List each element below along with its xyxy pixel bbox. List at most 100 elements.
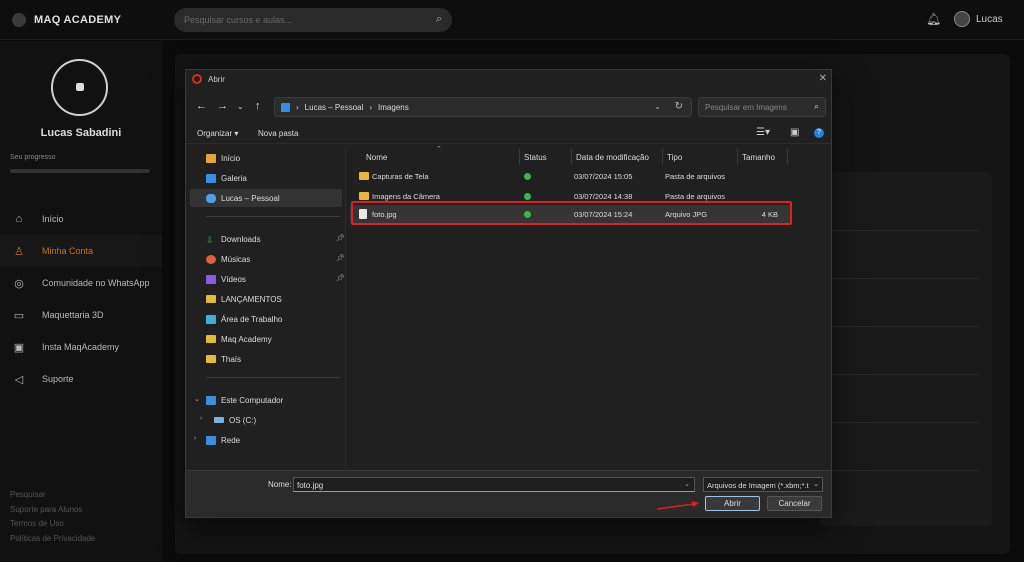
nav-pane-musicas[interactable]: Músicas bbox=[206, 250, 250, 268]
filetype-select[interactable]: Arquivos de Imagem (*.xbm;*.t ⌄ bbox=[703, 477, 823, 492]
nav-pane-downloads[interactable]: ⇩ Downloads bbox=[206, 230, 261, 248]
chevron-down-icon[interactable]: ⌄ bbox=[654, 102, 661, 111]
whatsapp-icon: ◎ bbox=[14, 277, 24, 290]
divider bbox=[820, 230, 980, 231]
nav-label: Downloads bbox=[221, 234, 261, 244]
search-input[interactable]: Pesquisar cursos e aulas... ⌕ bbox=[174, 8, 452, 32]
search-icon[interactable]: ⌕ bbox=[436, 13, 442, 26]
nav-pane-maq-academy[interactable]: Maq Academy bbox=[206, 330, 272, 348]
logo[interactable]: MAQ ACADEMY bbox=[12, 13, 121, 27]
footer-link[interactable]: Políticas de Privacidade bbox=[10, 532, 95, 547]
nav-pane-videos[interactable]: Vídeos bbox=[206, 270, 246, 288]
chevron-right-icon[interactable]: › bbox=[200, 415, 202, 422]
pictures-icon bbox=[281, 102, 290, 112]
chevron-down-icon[interactable]: ⌄ bbox=[194, 395, 200, 403]
progress-bar bbox=[10, 169, 150, 173]
nav-label: Comunidade no WhatsApp bbox=[42, 278, 150, 288]
new-folder-button[interactable]: Nova pasta bbox=[258, 129, 298, 138]
search-placeholder: Pesquisar cursos e aulas... bbox=[184, 15, 293, 25]
search-icon: ⌕ bbox=[813, 101, 819, 111]
nav-label: Músicas bbox=[221, 254, 251, 264]
logo-text: MAQ ACADEMY bbox=[34, 14, 122, 26]
music-icon bbox=[206, 254, 216, 264]
open-file-dialog: Abrir ✕ ← → ⌄ ↑ › Lucas – Pessoal › Imag… bbox=[185, 69, 832, 518]
column-header-tipo[interactable]: Tipo bbox=[663, 149, 738, 165]
preview-pane-icon[interactable]: ▣ bbox=[790, 127, 799, 138]
divider bbox=[820, 278, 980, 279]
download-icon: ⇩ bbox=[206, 234, 214, 245]
dialog-search-input[interactable]: Pesquisar em Imagens ⌕ bbox=[698, 97, 826, 117]
nav-label: Área de Trabalho bbox=[221, 314, 283, 324]
footer-link[interactable]: Suporte para Alunos bbox=[10, 503, 95, 518]
pin-icon[interactable]: 📌︎ bbox=[336, 254, 345, 262]
nav-pane-rede[interactable]: Rede bbox=[206, 431, 240, 449]
search-placeholder: Pesquisar em Imagens bbox=[705, 103, 787, 112]
nav-pane-onedrive[interactable]: Lucas – Pessoal bbox=[190, 189, 342, 207]
bell-icon[interactable]: 🔔︎ bbox=[926, 12, 941, 26]
refresh-icon[interactable]: ↻ bbox=[675, 101, 683, 112]
nav-pane-area-de-trabalho[interactable]: Área de Trabalho bbox=[206, 310, 282, 328]
organize-button[interactable]: Organizar ▾ bbox=[197, 129, 238, 138]
nav-pane-este-computador[interactable]: Este Computador bbox=[206, 391, 283, 409]
footer-link[interactable]: Termos de Uso bbox=[10, 517, 95, 532]
up-arrow-icon[interactable]: ↑ bbox=[255, 100, 261, 112]
pin-icon[interactable]: 📌︎ bbox=[336, 234, 345, 242]
folder-icon bbox=[206, 295, 216, 303]
footer-link[interactable]: Pesquisar bbox=[10, 488, 95, 503]
nav-item-minha-conta[interactable]: ♙ Minha Conta bbox=[0, 235, 162, 267]
nav-item-whatsapp[interactable]: ◎ Comunidade no WhatsApp bbox=[0, 267, 162, 299]
nav-pane-galeria[interactable]: Galeria bbox=[206, 169, 247, 187]
pin-icon[interactable]: 📌︎ bbox=[336, 274, 345, 282]
nav-pane-lancamentos[interactable]: LANÇAMENTOS bbox=[206, 290, 282, 308]
megaphone-icon: ◁ bbox=[14, 373, 24, 386]
divider bbox=[820, 326, 980, 327]
nav-pane-inicio[interactable]: Início bbox=[206, 149, 240, 167]
view-options-icon[interactable]: ☰▾ bbox=[756, 127, 770, 138]
breadcrumb-item[interactable]: Imagens bbox=[378, 103, 409, 112]
nav-label: Lucas – Pessoal bbox=[221, 193, 280, 203]
divider bbox=[206, 216, 341, 217]
drive-icon bbox=[214, 417, 224, 423]
back-arrow-icon[interactable]: ← bbox=[196, 100, 207, 112]
folder-icon bbox=[206, 335, 216, 343]
filename-input[interactable]: foto.jpg ⌄ bbox=[293, 477, 695, 492]
onedrive-icon bbox=[206, 193, 216, 203]
chevron-down-icon: ⌄ bbox=[813, 480, 819, 488]
nav-pane-drive-c[interactable]: OS (C:) bbox=[214, 411, 256, 429]
help-icon[interactable]: ? bbox=[814, 128, 824, 138]
breadcrumb-sep: › bbox=[296, 102, 299, 112]
column-header-status[interactable]: Status bbox=[520, 149, 572, 165]
chevron-down-icon[interactable]: ⌄ bbox=[237, 102, 244, 111]
nav-item-suporte[interactable]: ◁ Suporte bbox=[0, 363, 162, 395]
dialog-toolbar: Organizar ▾ Nova pasta ☰▾ ▣ bbox=[186, 124, 831, 144]
nav-pane-thais[interactable]: Thaís bbox=[206, 350, 241, 368]
divider bbox=[820, 470, 980, 471]
printer-icon: ▭ bbox=[13, 309, 25, 322]
column-header-data[interactable]: Data de modificação bbox=[572, 149, 663, 165]
file-date: 03/07/2024 14:38 bbox=[574, 192, 633, 201]
folder-icon bbox=[206, 355, 216, 363]
chevron-right-icon[interactable]: › bbox=[194, 435, 196, 442]
profile-avatar[interactable] bbox=[51, 59, 108, 116]
folder-icon bbox=[359, 172, 369, 182]
chevron-down-icon[interactable]: ⌄ bbox=[684, 480, 690, 488]
open-button[interactable]: Abrir bbox=[705, 496, 760, 511]
user-menu[interactable]: Lucas bbox=[954, 11, 1003, 27]
file-row[interactable]: Capturas de Tela 03/07/2024 15:05 Pasta … bbox=[350, 167, 790, 185]
nav-item-inicio[interactable]: ⌂ Início bbox=[0, 203, 162, 235]
navigation-pane: Início Galeria › Lucas – Pessoal ⇩ Downlo… bbox=[186, 147, 346, 469]
cancel-button[interactable]: Cancelar bbox=[767, 496, 822, 511]
breadcrumb-item[interactable]: Lucas – Pessoal bbox=[305, 103, 364, 112]
home-icon: ⌂ bbox=[15, 213, 23, 225]
avatar bbox=[954, 11, 970, 27]
nav-item-insta[interactable]: ▣ Insta MaqAcademy bbox=[0, 331, 162, 363]
video-icon bbox=[206, 274, 216, 284]
nav-item-maquettaria[interactable]: ▭ Maquettaria 3D bbox=[0, 299, 162, 331]
column-header-tamanho[interactable]: Tamanho bbox=[738, 149, 788, 165]
file-type: Pasta de arquivos bbox=[665, 172, 726, 181]
address-bar[interactable]: › Lucas – Pessoal › Imagens ⌄ ↻ bbox=[274, 97, 692, 117]
nav-label: Este Computador bbox=[221, 395, 284, 405]
forward-arrow-icon[interactable]: → bbox=[217, 100, 228, 112]
selection-highlight-annotation bbox=[351, 201, 792, 225]
close-icon[interactable]: ✕ bbox=[819, 73, 827, 84]
